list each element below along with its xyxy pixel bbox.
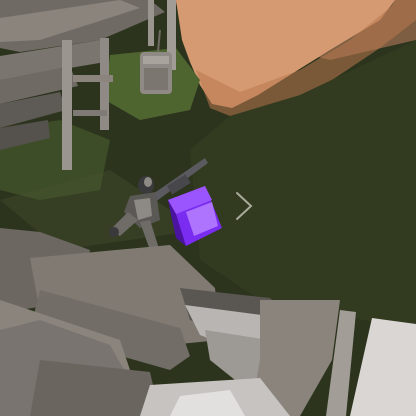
game-viewport[interactable] (0, 0, 416, 416)
game-scene (0, 0, 416, 416)
